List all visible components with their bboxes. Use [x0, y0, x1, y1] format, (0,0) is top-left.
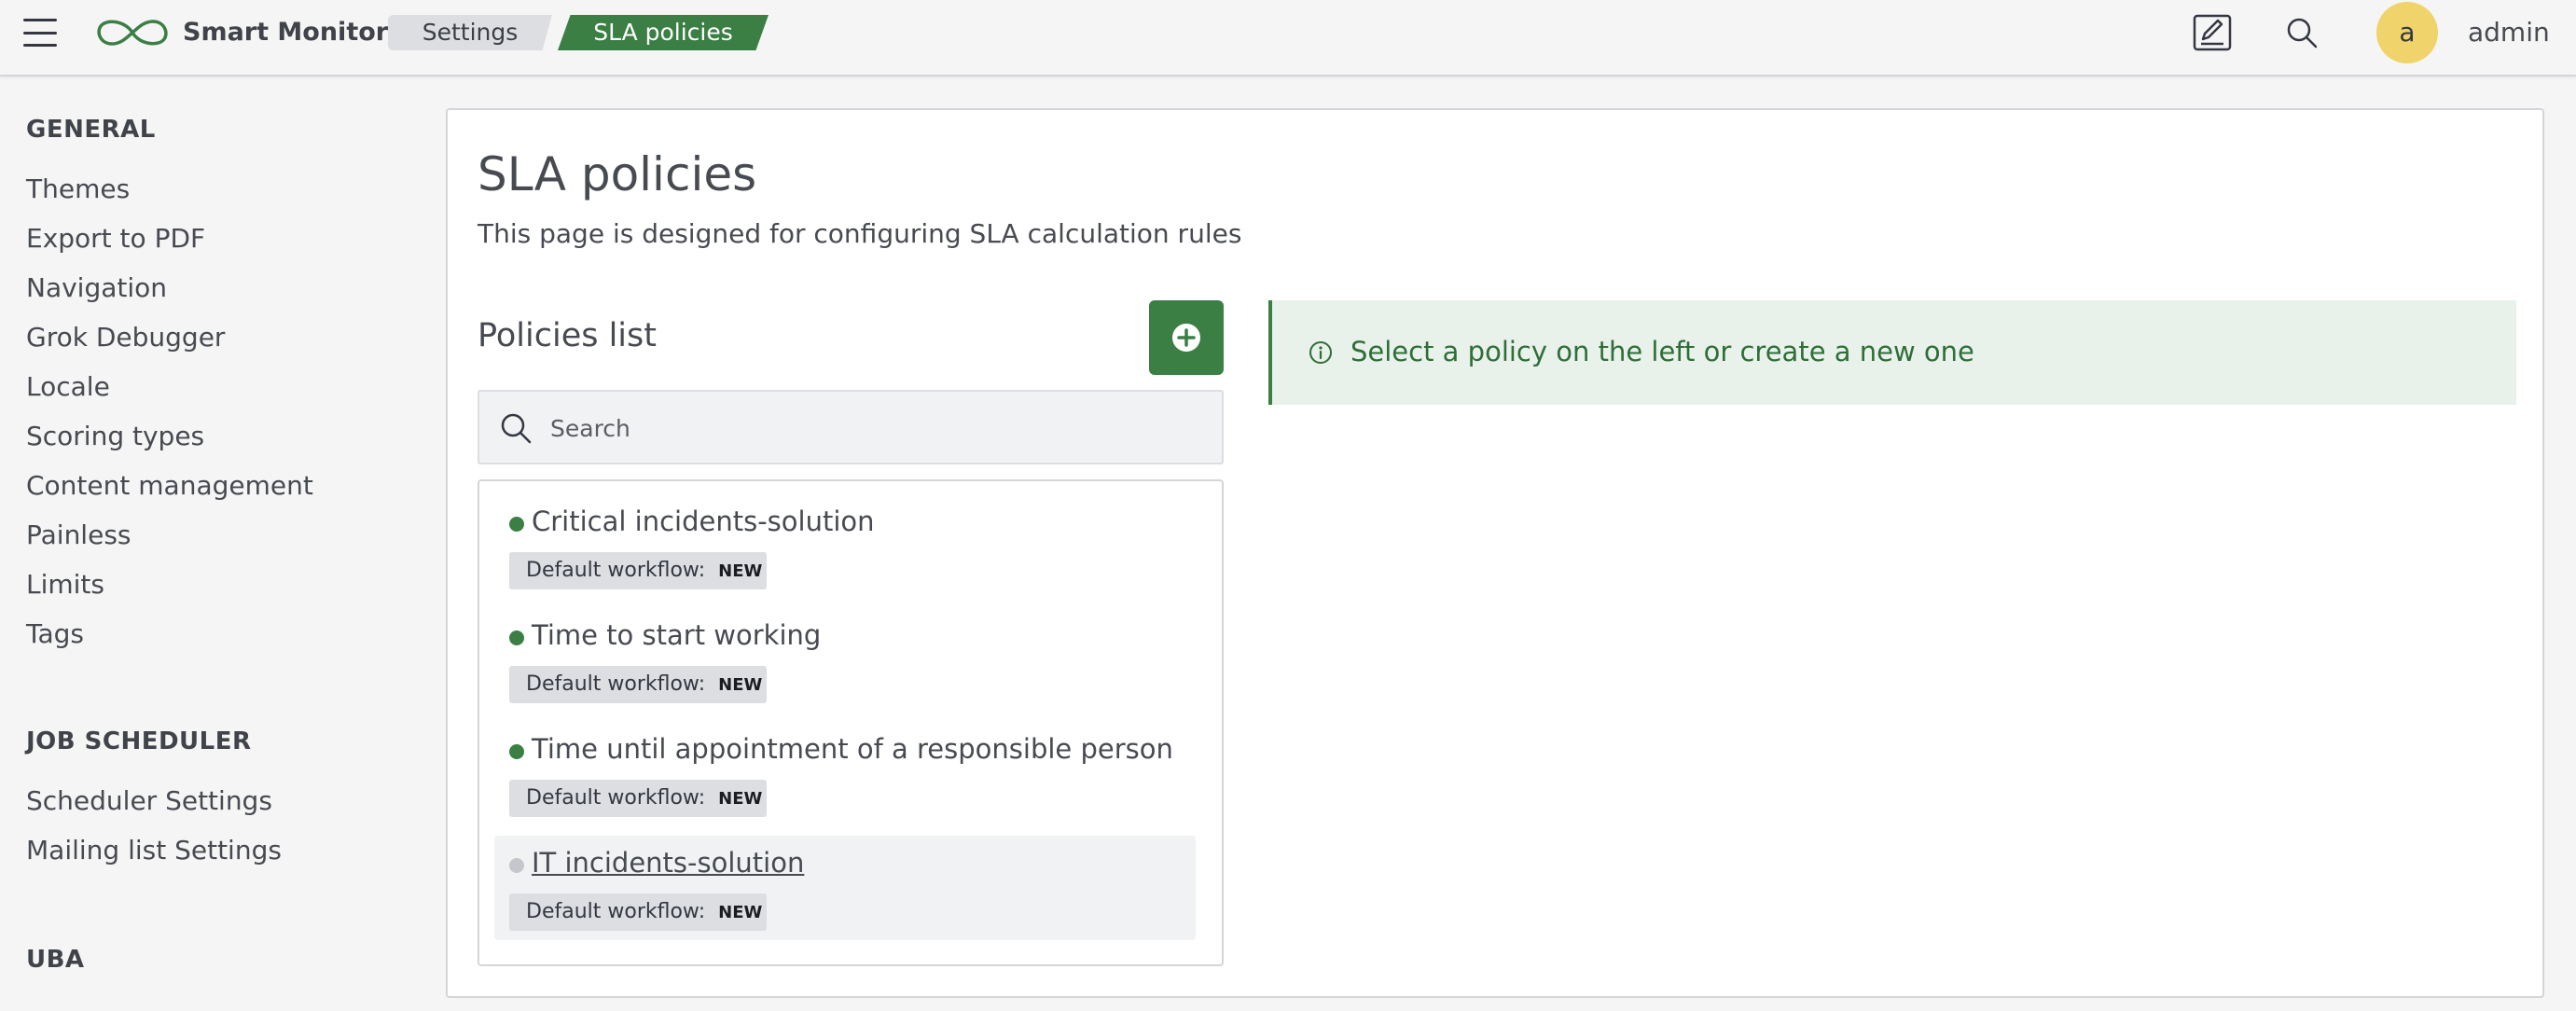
sidebar-item-painless[interactable]: Painless — [26, 519, 132, 551]
breadcrumb-settings[interactable]: Settings — [388, 15, 552, 50]
info-callout: Select a policy on the left or create a … — [1268, 300, 2516, 405]
sidebar-item-scheduler-settings[interactable]: Scheduler Settings — [26, 785, 272, 817]
sidebar-item-navigation[interactable]: Navigation — [26, 272, 167, 304]
default-workflow-badge: Default workflow: NEW — [509, 893, 767, 931]
app-name[interactable]: Smart Monitor — [183, 17, 388, 48]
policy-item-time-to-start-working[interactable]: Time to start working Default workflow: N… — [494, 595, 1196, 703]
add-policy-button[interactable] — [1149, 300, 1224, 375]
infinity-logo-icon[interactable] — [93, 15, 172, 50]
default-workflow-badge: Default workflow: NEW — [509, 666, 767, 703]
top-header: Smart Monitor Settings SLA policies a ad… — [0, 0, 2576, 76]
badge-value: NEW — [718, 903, 763, 922]
badge-label: Default workflow: — [526, 786, 706, 810]
policy-name[interactable]: Critical incidents-solution — [532, 506, 875, 537]
sidebar-item-themes[interactable]: Themes — [26, 173, 130, 205]
page-title: SLA policies — [478, 147, 757, 201]
policy-search-field[interactable] — [478, 390, 1224, 464]
policy-search-input[interactable] — [550, 405, 1203, 451]
policy-item-critical-incidents-solution[interactable]: Critical incidents-solution Default work… — [494, 481, 1196, 589]
user-name[interactable]: admin — [2468, 17, 2550, 48]
badge-value: NEW — [718, 789, 763, 809]
sidebar-item-tags[interactable]: Tags — [26, 618, 84, 650]
breadcrumb-sla-policies: SLA policies — [558, 15, 769, 50]
sidebar-section-job-scheduler: JOB SCHEDULER — [26, 727, 252, 755]
search-icon — [501, 413, 532, 444]
policy-item-it-incidents-solution[interactable]: IT incidents-solution Default workflow: N… — [494, 836, 1196, 940]
status-dot-active — [509, 630, 524, 645]
badge-label: Default workflow: — [526, 559, 706, 582]
policy-name[interactable]: IT incidents-solution — [532, 847, 804, 879]
policy-item-time-until-appointment[interactable]: Time until appointment of a responsible … — [494, 709, 1196, 817]
sidebar-section-general: GENERAL — [26, 116, 156, 144]
policy-name[interactable]: Time to start working — [532, 619, 821, 651]
sidebar-section-uba: UBA — [26, 946, 85, 974]
policies-list: Critical incidents-solution Default work… — [478, 479, 1224, 966]
status-dot-inactive — [509, 858, 524, 873]
info-icon — [1309, 341, 1332, 364]
callout-text: Select a policy on the left or create a … — [1350, 336, 1974, 367]
sidebar-item-export-to-pdf[interactable]: Export to PDF — [26, 223, 205, 255]
settings-sidebar: GENERAL Themes Export to PDF Navigation … — [0, 78, 429, 1011]
sidebar-item-grok-debugger[interactable]: Grok Debugger — [26, 322, 225, 353]
search-icon[interactable] — [2283, 14, 2320, 51]
badge-value: NEW — [718, 561, 763, 581]
main-panel: SLA policies This page is designed for c… — [446, 108, 2544, 998]
badge-label: Default workflow: — [526, 672, 706, 696]
hamburger-menu-icon[interactable] — [23, 19, 57, 47]
edit-note-icon[interactable] — [2192, 13, 2233, 52]
default-workflow-badge: Default workflow: NEW — [509, 552, 767, 589]
plus-circle-icon — [1172, 324, 1200, 352]
policy-name[interactable]: Time until appointment of a responsible … — [532, 733, 1173, 765]
status-dot-active — [509, 517, 524, 532]
page-subtitle: This page is designed for configuring SL… — [478, 218, 1242, 249]
user-avatar[interactable]: a — [2376, 2, 2438, 63]
badge-label: Default workflow: — [526, 900, 706, 923]
default-workflow-badge: Default workflow: NEW — [509, 780, 767, 817]
sidebar-item-locale[interactable]: Locale — [26, 371, 110, 403]
policies-list-title: Policies list — [478, 317, 657, 354]
sidebar-item-content-management[interactable]: Content management — [26, 470, 313, 502]
sidebar-item-limits[interactable]: Limits — [26, 569, 104, 601]
badge-value: NEW — [718, 675, 763, 695]
sidebar-item-scoring-types[interactable]: Scoring types — [26, 421, 204, 452]
sidebar-item-mailing-list-settings[interactable]: Mailing list Settings — [26, 835, 282, 866]
status-dot-active — [509, 744, 524, 759]
